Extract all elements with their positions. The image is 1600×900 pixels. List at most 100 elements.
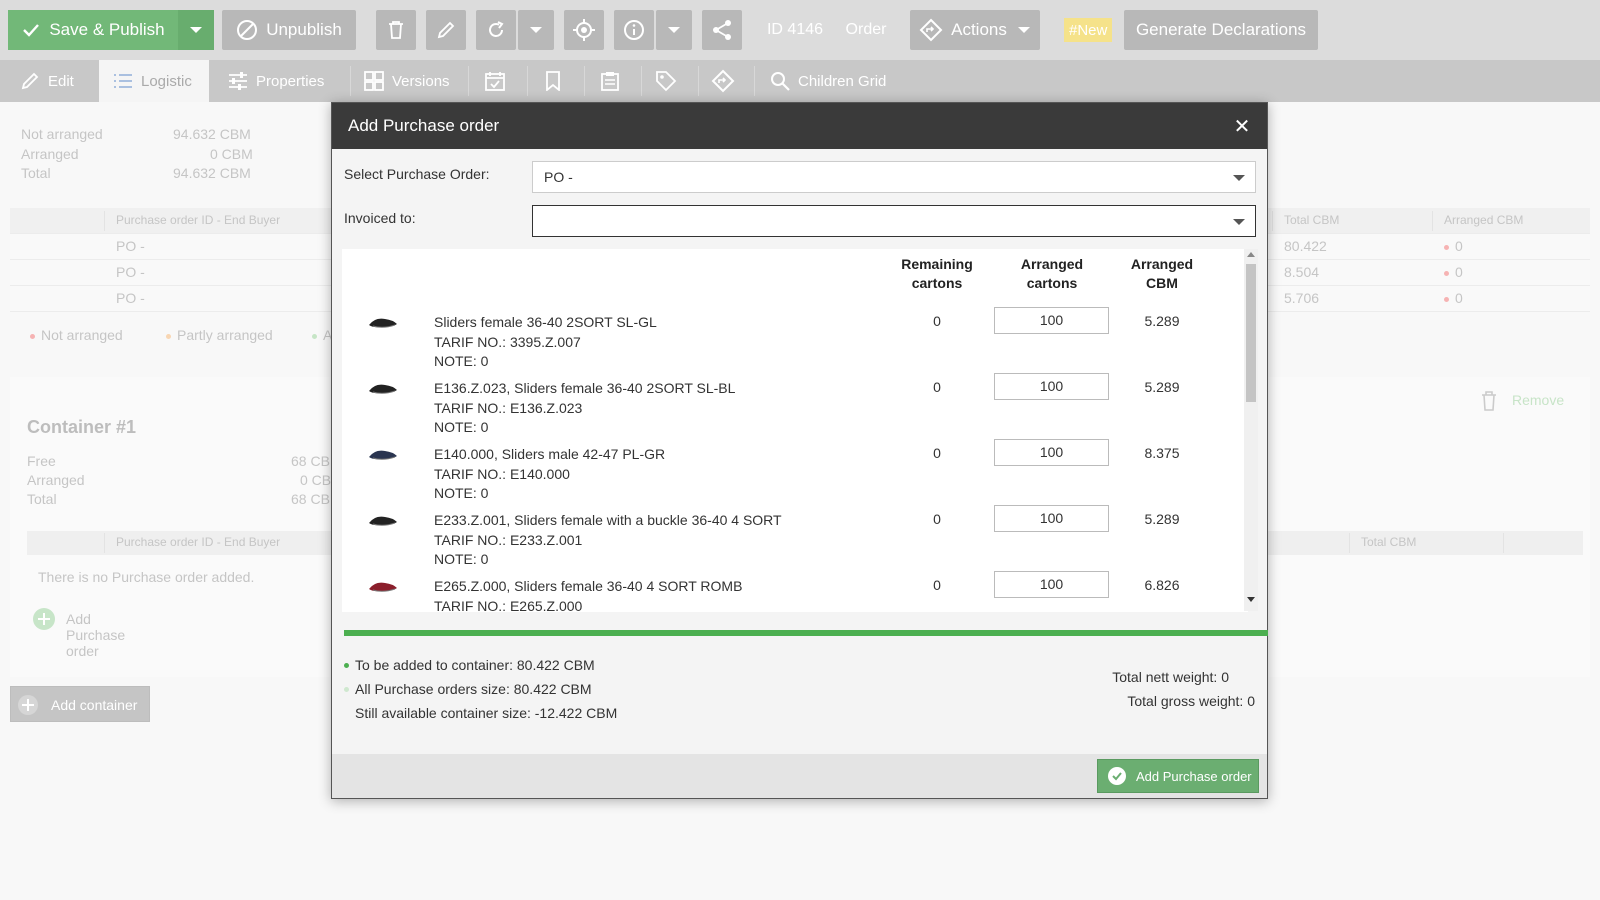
arranged-cartons-input[interactable]: 100 [994,439,1109,466]
chevron-down-icon [668,27,680,33]
save-options-dropdown[interactable] [178,10,214,50]
to-be-added-text: To be added to container: 80.422 CBM [344,657,595,673]
tab-tags[interactable] [655,60,681,102]
product-thumbnail [352,505,414,535]
tab-schedule[interactable] [485,60,515,102]
object-id: ID 4146 [766,21,824,38]
refresh-icon [489,21,504,37]
product-thumbnail [352,373,414,403]
product-thumbnail [352,307,414,337]
tab-properties[interactable]: Properties [228,60,346,102]
reload-options-dropdown[interactable] [518,10,554,50]
po-items-grid: Remaining cartons Arranged cartons Arran… [342,249,1248,612]
progress-fill [344,630,1268,636]
target-icon [573,19,595,41]
tab-workflow[interactable] [711,60,739,102]
tab-children-grid[interactable]: Children Grid [770,60,910,102]
tab-versions[interactable]: Versions [364,60,464,102]
remaining-cartons: 0 [933,379,941,395]
product-name: E265.Z.000, Sliders female 36-40 4 SORT … [434,578,743,594]
still-available-text: Still available container size: -12.422 … [355,705,618,721]
product-note: NOTE: 0 [434,551,489,567]
delete-button[interactable] [376,10,416,50]
scroll-up-icon[interactable] [1247,252,1255,257]
all-po-size-text: All Purchase orders size: 80.422 CBM [344,681,592,697]
product-tarif: TARIF NO.: E140.000 [434,465,570,482]
chevron-down-icon [190,27,202,33]
arranged-cbm: 5.289 [1144,379,1180,395]
col-remaining-cartons: Remaining cartons [901,256,973,291]
unpublish-button[interactable]: Unpublish [222,10,356,50]
info-options-dropdown[interactable] [656,10,692,50]
chevron-down-icon [530,27,542,33]
table-row[interactable]: E265.Z.000, Sliders female 36-40 4 SORT … [342,571,1232,612]
select-purchase-order[interactable]: PO - [532,161,1256,193]
col-arranged-cartons: Arranged cartons [1020,256,1084,291]
dialog-footer: Add Purchase order [332,754,1267,798]
product-tarif: TARIF NO.: E265.Z.000 [434,597,583,613]
share-button[interactable] [702,10,742,50]
close-icon[interactable]: ✕ [1231,115,1253,138]
arranged-cartons-input[interactable]: 100 [994,307,1109,334]
actions-button[interactable]: Actions [910,10,1040,50]
grid-scrollbar[interactable] [1244,249,1258,611]
capacity-progress-bar [344,630,1268,636]
table-row[interactable]: E233.Z.001, Sliders female with a buckle… [342,505,1232,571]
rename-button[interactable] [426,10,466,50]
invoiced-to-select[interactable] [532,205,1256,237]
tab-bookmarks[interactable] [545,60,569,102]
trash-icon [389,21,403,39]
block-icon [237,20,258,40]
arranged-cbm: 6.826 [1144,577,1180,593]
table-row[interactable]: E136.Z.023, Sliders female 36-40 2SORT S… [342,373,1232,439]
bookmark-icon [546,71,560,91]
info-icon [624,20,644,40]
arranged-cbm: 5.289 [1144,313,1180,329]
new-badge: #New [1064,18,1113,42]
remaining-cartons: 0 [933,577,941,593]
table-row[interactable]: E140.000, Sliders male 42-47 PL-GR TARIF … [342,439,1232,505]
product-tarif: TARIF NO.: E136.Z.023 [434,399,583,416]
table-row[interactable]: Sliders female 36-40 2SORT SL-GL TARIF NO… [342,307,1232,373]
tab-notes[interactable] [601,60,627,102]
arranged-cbm: 5.289 [1144,511,1180,527]
generate-declarations-button[interactable]: Generate Declarations [1124,10,1318,50]
tab-separator [584,66,585,96]
tab-separator [754,66,755,96]
product-name: Sliders female 36-40 2SORT SL-GL [434,314,657,330]
main-toolbar: Save & Publish Unpublish ID 4146 Order A… [0,0,1600,60]
product-name: E140.000, Sliders male 42-47 PL-GR [434,446,666,462]
reload-button[interactable] [476,10,516,50]
share-icon [713,20,731,40]
tab-separator [698,66,699,96]
locate-button[interactable] [564,10,604,50]
pencil-icon [437,21,455,39]
remaining-cartons: 0 [933,511,941,527]
scroll-down-icon[interactable] [1247,597,1255,602]
versions-icon [364,71,384,91]
tag-icon [656,71,677,92]
add-purchase-order-button[interactable]: Add Purchase order [1097,759,1259,793]
invoiced-to-label: Invoiced to: [344,210,416,226]
chevron-down-icon [1233,175,1245,181]
calendar-icon [485,72,505,91]
arranged-cartons-input[interactable]: 100 [994,373,1109,400]
remaining-cartons: 0 [933,313,941,329]
product-name: E136.Z.023, Sliders female 36-40 2SORT S… [434,380,736,396]
arranged-cartons-input[interactable]: 100 [994,505,1109,532]
arranged-cartons-input[interactable]: 100 [994,571,1109,598]
product-note: NOTE: 0 [434,419,489,435]
object-type: Order [845,21,887,38]
info-button[interactable] [614,10,654,50]
save-publish-button[interactable]: Save & Publish [8,10,178,50]
chevron-down-icon [1233,219,1245,225]
tab-separator [641,66,642,96]
tab-logistic[interactable]: Logistic [99,60,209,102]
scroll-thumb[interactable] [1246,264,1256,402]
search-icon [771,72,790,91]
tab-edit[interactable]: Edit [20,60,100,102]
check-icon [23,24,40,37]
chevron-down-icon [1017,27,1030,33]
tab-separator [468,66,469,96]
select-po-label: Select Purchase Order: [344,166,490,182]
